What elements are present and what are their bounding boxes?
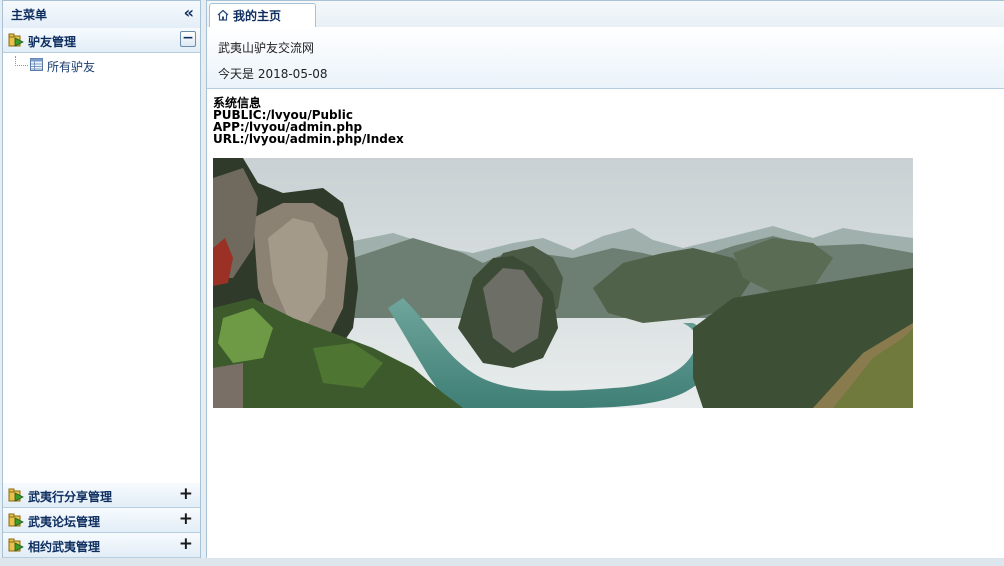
folder-arrow-icon: [8, 33, 24, 47]
tab-label: 我的主页: [233, 9, 282, 23]
tree-connector: [15, 56, 28, 66]
plus-icon[interactable]: +: [179, 510, 193, 528]
double-chevron-left-icon[interactable]: «: [184, 4, 194, 22]
folder-arrow-icon: [8, 488, 24, 502]
accordion-label: 武夷行分享管理: [28, 490, 113, 504]
tree-item-label: 所有驴友: [47, 60, 96, 74]
sysinfo-url: URL:/lvyou/admin.php/Index: [213, 132, 404, 146]
folder-arrow-icon: [8, 538, 24, 552]
tree-item-all-lvyou[interactable]: 所有驴友: [12, 56, 162, 74]
plus-icon[interactable]: +: [179, 485, 193, 503]
system-info: 系统信息 PUBLIC:/lvyou/Public APP:/lvyou/adm…: [213, 97, 404, 145]
folder-arrow-icon: [8, 513, 24, 527]
tab-bar: 我的主页: [207, 1, 1004, 28]
today-date: 今天是 2018-05-08: [218, 67, 328, 81]
site-name: 武夷山驴友交流网: [218, 41, 315, 55]
sidebar-header: 主菜单 «: [3, 1, 200, 29]
main-panel: 我的主页 武夷山驴友交流网 今天是 2018-05-08 系统信息 PUBLIC…: [206, 0, 1004, 558]
plus-icon[interactable]: +: [179, 535, 193, 553]
welcome-box: 武夷山驴友交流网 今天是 2018-05-08: [207, 27, 1004, 89]
accordion-label: 武夷论坛管理: [28, 515, 101, 529]
accordion-header-meetup[interactable]: 相约武夷管理 +: [3, 533, 200, 558]
landscape-photo: [213, 158, 913, 408]
accordion-header-forum[interactable]: 武夷论坛管理 +: [3, 508, 200, 533]
accordion-label: 相约武夷管理: [28, 540, 101, 554]
accordion-header-share[interactable]: 武夷行分享管理 +: [3, 483, 200, 508]
sidebar-title: 主菜单: [11, 8, 48, 22]
accordion-label: 驴友管理: [28, 35, 77, 49]
accordion-header-lvyou[interactable]: 驴友管理 −: [3, 28, 200, 53]
home-icon: [217, 9, 229, 21]
minus-icon[interactable]: −: [180, 31, 196, 47]
status-strip: [0, 558, 1004, 566]
table-icon: [30, 58, 43, 71]
tab-home[interactable]: 我的主页: [209, 3, 316, 27]
sidebar: 主菜单 « 驴友管理 − 所有驴友 武夷行分享管理 + 武夷论坛管理 + 相约武…: [2, 0, 201, 558]
